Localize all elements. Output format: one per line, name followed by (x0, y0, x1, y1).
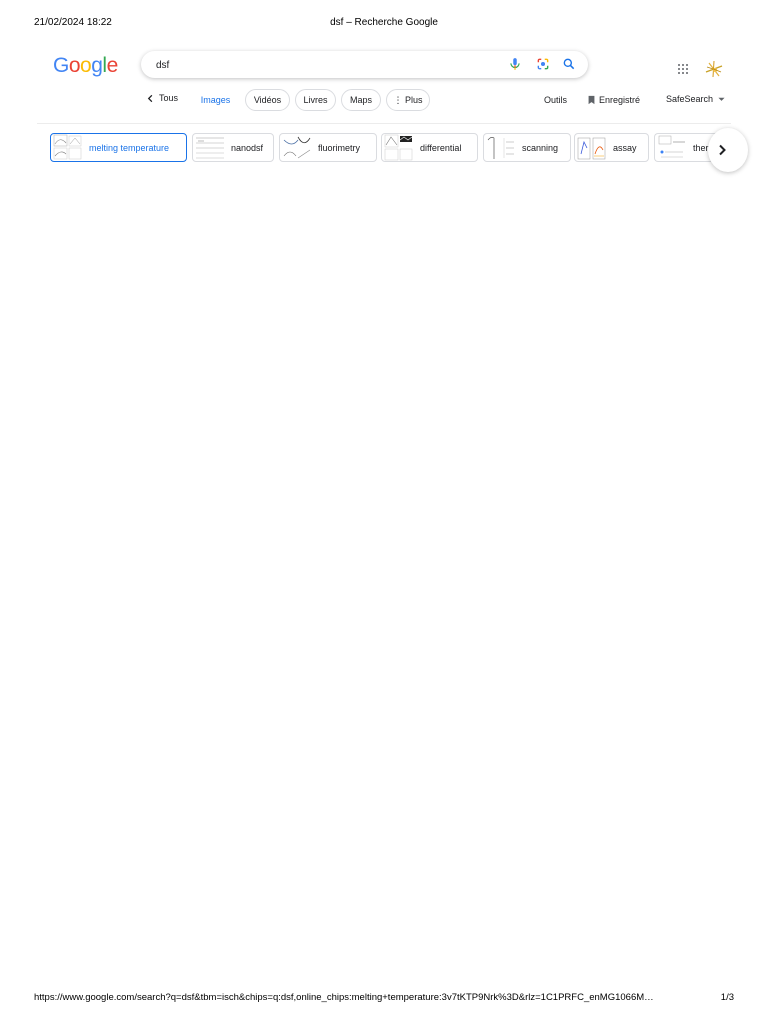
logo-letter: e (106, 54, 119, 77)
chip-differential[interactable]: differential (381, 133, 478, 162)
chip-thumbnail (53, 134, 83, 161)
logo-letter: o (68, 54, 81, 77)
search-box (141, 51, 588, 78)
chip-label: fluorimetry (318, 142, 361, 153)
chip-assay[interactable]: assay (574, 133, 649, 162)
search-input[interactable] (154, 56, 498, 74)
print-page-number: 1/3 (720, 992, 734, 1003)
chip-label: nanodsf (231, 142, 264, 153)
chip-melting-temperature[interactable]: melting temperature (50, 133, 187, 162)
chip-label: scanning (522, 142, 559, 153)
chip-fluorimetry[interactable]: fluorimetry (279, 133, 377, 162)
tab-more[interactable]: ⋮ Plus (386, 89, 430, 111)
refinement-chips: melting temperature nanodsf fluorimetry … (50, 133, 732, 163)
chip-label: differential (420, 142, 462, 153)
caret-down-icon (718, 97, 725, 101)
print-page-title: dsf – Recherche Google (330, 17, 438, 28)
print-url: https://www.google.com/search?q=dsf&tbm=… (34, 992, 654, 1003)
chips-next-button[interactable] (708, 128, 748, 172)
bookmark-icon (588, 95, 595, 105)
apps-grid-icon[interactable] (677, 62, 689, 74)
logo-letter: o (80, 54, 92, 77)
header-divider (37, 123, 731, 124)
tools-button[interactable]: Outils (544, 95, 567, 105)
logo-letter: G (53, 54, 69, 77)
tab-maps[interactable]: Maps (341, 89, 381, 111)
google-lens-icon[interactable] (536, 57, 550, 71)
tab-videos[interactable]: Vidéos (245, 89, 290, 111)
safesearch-menu[interactable]: SafeSearch (666, 94, 725, 104)
avatar[interactable] (703, 58, 725, 80)
chevron-left-icon (147, 94, 153, 102)
chip-scanning[interactable]: scanning (483, 133, 571, 162)
chevron-right-icon (719, 144, 726, 156)
google-logo[interactable]: Google (53, 54, 118, 78)
chip-thumbnail (384, 134, 414, 161)
chip-nanodsf[interactable]: nanodsf (192, 133, 274, 162)
search-icon[interactable] (562, 57, 576, 71)
chip-label: assay (613, 142, 637, 153)
saved-button[interactable]: Enregistré (587, 95, 640, 105)
tab-books[interactable]: Livres (295, 89, 336, 111)
chip-label: ther (693, 142, 709, 153)
tab-images[interactable]: Images (192, 89, 239, 111)
chip-label: melting temperature (89, 142, 170, 153)
chip-thumbnail (657, 134, 687, 161)
print-header: 21/02/2024 18:22 dsf – Recherche Google (34, 17, 734, 31)
saved-label: Enregistré (599, 95, 641, 105)
logo-letter: g (91, 54, 103, 77)
chip-thumbnail (577, 134, 607, 161)
search-tabs-row: Tous Images Vidéos Livres Maps ⋮ Plus Ou… (0, 89, 768, 113)
print-footer: https://www.google.com/search?q=dsf&tbm=… (34, 992, 734, 1006)
chip-thumbnail (282, 134, 312, 161)
microphone-icon[interactable] (508, 57, 522, 71)
safesearch-label: SafeSearch (666, 94, 714, 104)
chip-thumbnail (486, 134, 516, 161)
back-to-all-link[interactable]: Tous (146, 93, 178, 103)
back-label: Tous (159, 93, 179, 103)
chip-thumbnail (195, 134, 225, 161)
